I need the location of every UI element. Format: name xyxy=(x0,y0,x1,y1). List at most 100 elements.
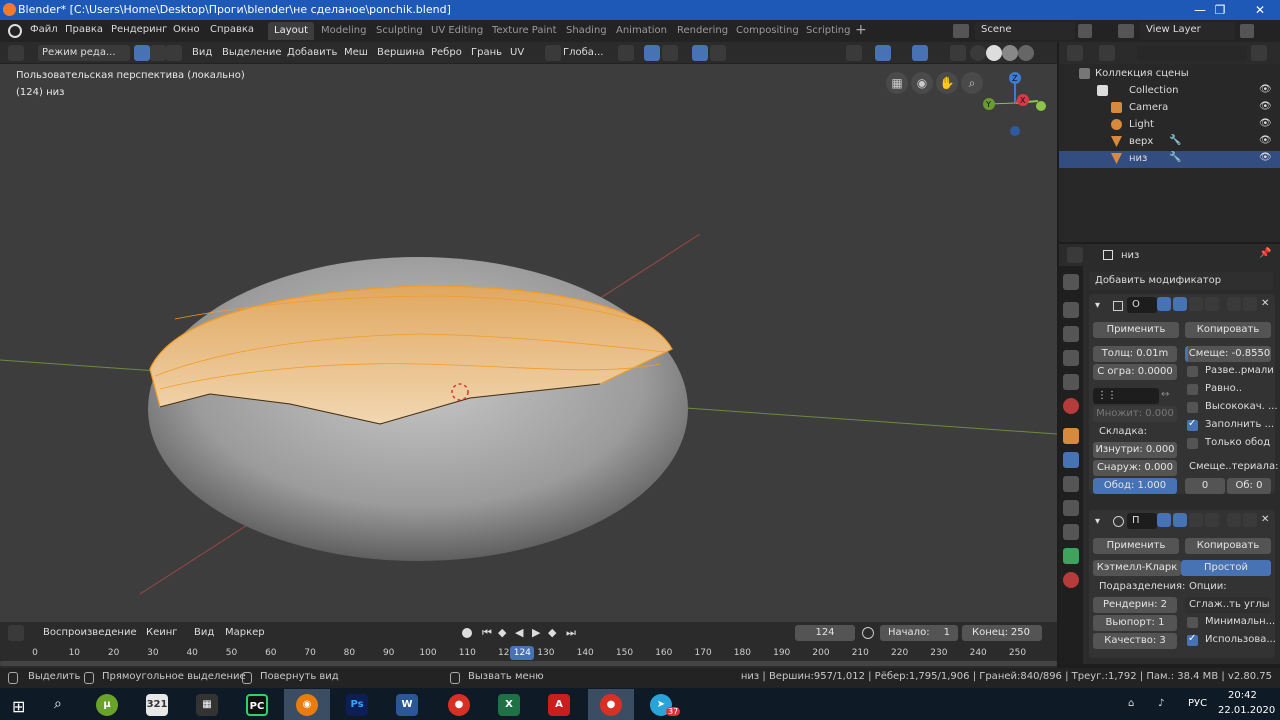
marker-menu[interactable]: Маркер xyxy=(225,625,265,641)
collapse-arrow-icon[interactable]: ▾ xyxy=(1095,516,1100,527)
overlay-toggle-icon[interactable] xyxy=(912,45,928,61)
playhead[interactable]: 124 xyxy=(510,646,535,660)
menu-render[interactable]: Рендеринг xyxy=(111,24,167,35)
taskbar-chrome[interactable]: ● xyxy=(436,689,482,720)
properties-editor-icon[interactable] xyxy=(1067,247,1083,263)
blender-menu-icon[interactable] xyxy=(8,24,22,38)
mode-select[interactable]: Режим реда... xyxy=(38,45,130,61)
xray-icon[interactable] xyxy=(950,45,966,61)
timeline-ruler[interactable]: 0 10 20 30 40 50 60 70 80 90 100 110 120 130 140 150 160… xyxy=(0,644,1057,670)
playback-menu[interactable]: Воспроизведение xyxy=(43,625,137,641)
jump-end-icon[interactable]: ⏭ xyxy=(566,625,576,641)
visibility-icon[interactable] xyxy=(846,45,862,61)
output-tab-icon[interactable] xyxy=(1063,326,1079,342)
scene-tab-icon[interactable] xyxy=(1063,374,1079,390)
display-mode-icon[interactable] xyxy=(1099,45,1115,61)
transform-orientation-icon[interactable] xyxy=(545,45,561,61)
outliner-row-collection[interactable]: Collection 👁 xyxy=(1059,83,1280,100)
timeline-scrollbar[interactable] xyxy=(0,661,1057,666)
taskbar-utorrent[interactable]: µ xyxy=(84,689,130,720)
solidify-apply-button[interactable]: Применить xyxy=(1093,322,1179,338)
flip-normals-checkbox[interactable] xyxy=(1187,366,1198,377)
catmull-clark-button[interactable]: Кэтмелл-Кларк xyxy=(1093,560,1181,576)
cage-toggle-icon[interactable] xyxy=(1205,297,1219,311)
taskbar-calendar[interactable]: 321 xyxy=(134,689,180,720)
menu-select[interactable]: Выделение xyxy=(222,45,282,61)
outliner-search-input[interactable] xyxy=(1137,45,1247,61)
taskbar-pycharm[interactable]: PC xyxy=(234,689,280,720)
tab-scripting[interactable]: Scripting xyxy=(800,22,856,40)
only-rim-checkbox[interactable] xyxy=(1187,438,1198,449)
high-quality-checkbox[interactable] xyxy=(1187,402,1198,413)
clamp-field[interactable]: С огра: 0.0000 xyxy=(1093,364,1177,380)
eye-icon[interactable]: 👁 xyxy=(1259,101,1272,112)
tab-rendering[interactable]: Rendering xyxy=(671,22,734,40)
tool-tab-icon[interactable] xyxy=(1063,274,1079,290)
solidify-copy-button[interactable]: Копировать xyxy=(1185,322,1271,338)
subsurf-copy-button[interactable]: Копировать xyxy=(1185,538,1271,554)
taskbar-blender[interactable]: ◉ xyxy=(284,689,330,720)
object-tab-icon[interactable] xyxy=(1063,428,1079,444)
subsurf-name-field[interactable]: П xyxy=(1127,513,1157,529)
outliner-row-niz[interactable]: низ 🔧 👁 xyxy=(1059,151,1280,168)
eye-icon[interactable]: 👁 xyxy=(1259,135,1272,146)
play-icon[interactable]: ▶ xyxy=(532,625,540,641)
simple-button[interactable]: Простой xyxy=(1181,560,1271,576)
world-tab-icon[interactable] xyxy=(1063,398,1079,414)
tab-texture-paint[interactable]: Texture Paint xyxy=(486,22,563,40)
rim-material-offset-field[interactable]: Об: 0 xyxy=(1227,478,1271,494)
filter-icon[interactable] xyxy=(1251,45,1267,61)
view-layer-tab-icon[interactable] xyxy=(1063,350,1079,366)
outliner-editor-icon[interactable] xyxy=(1067,45,1083,61)
face-select-icon[interactable] xyxy=(166,45,182,61)
tab-sculpting[interactable]: Sculpting xyxy=(370,22,429,40)
tab-shading[interactable]: Shading xyxy=(560,22,613,40)
rendered-shading-icon[interactable] xyxy=(1018,45,1034,61)
taskbar-video[interactable]: ▦ xyxy=(184,689,230,720)
viewport-toggle-icon[interactable] xyxy=(1173,513,1187,527)
end-frame-field[interactable]: Конец: 250 xyxy=(962,625,1042,641)
volume-icon[interactable]: ♪ xyxy=(1158,698,1164,709)
prev-keyframe-icon[interactable]: ◆ xyxy=(498,625,506,641)
3d-viewport[interactable]: Пользовательская перспектива (локально) … xyxy=(0,64,1057,622)
taskbar-acrobat[interactable]: A xyxy=(536,689,582,720)
remove-modifier-icon[interactable]: ✕ xyxy=(1261,298,1269,309)
pivot-icon[interactable] xyxy=(618,45,634,61)
factor-field[interactable]: Множит: 0.000 xyxy=(1093,406,1177,422)
optimal-display-checkbox[interactable] xyxy=(1187,617,1198,628)
fill-rim-checkbox[interactable] xyxy=(1187,418,1198,431)
jump-start-icon[interactable]: ⏮ xyxy=(482,625,492,641)
menu-edge[interactable]: Ребро xyxy=(431,45,462,61)
clock-time[interactable]: 20:42 xyxy=(1228,690,1257,701)
menu-vertex[interactable]: Вершина xyxy=(377,45,425,61)
tab-modeling[interactable]: Modeling xyxy=(315,22,373,40)
render-toggle-icon[interactable] xyxy=(1157,297,1171,311)
quality-field[interactable]: Качество: 3 xyxy=(1093,633,1177,649)
physics-tab-icon[interactable] xyxy=(1063,500,1079,516)
add-workspace-button[interactable]: + xyxy=(855,22,867,38)
pan-hand-icon[interactable]: ✋ xyxy=(936,72,958,94)
snap-target-icon[interactable] xyxy=(662,45,678,61)
start-frame-field[interactable]: Начало: 1 xyxy=(880,625,958,641)
menu-help[interactable]: Справка xyxy=(210,24,254,35)
remove-modifier-icon[interactable]: ✕ xyxy=(1261,514,1269,525)
collapse-arrow-icon[interactable]: ▾ xyxy=(1095,300,1100,311)
editor-type-icon[interactable] xyxy=(8,45,24,61)
render-toggle-icon[interactable] xyxy=(1157,513,1171,527)
wrench-icon[interactable]: 🔧 xyxy=(1169,152,1181,163)
scene-field[interactable]: Scene xyxy=(975,22,1075,40)
navigation-gizmo[interactable]: Z Y X xyxy=(978,68,1057,148)
solid-shading-icon[interactable] xyxy=(986,45,1002,61)
move-down-icon[interactable] xyxy=(1243,297,1257,311)
play-reverse-icon[interactable]: ◀ xyxy=(515,625,523,641)
solidify-name-field[interactable]: О xyxy=(1127,297,1157,313)
add-modifier-select[interactable]: Добавить модификатор xyxy=(1089,272,1273,290)
taskbar-word[interactable]: W xyxy=(384,689,430,720)
menu-add[interactable]: Добавить xyxy=(287,45,337,61)
scene-icon[interactable] xyxy=(953,24,969,38)
toggle-ortho-icon[interactable]: ▦ xyxy=(886,72,908,94)
menu-uv[interactable]: UV xyxy=(510,45,524,61)
menu-window[interactable]: Окно xyxy=(173,24,200,35)
clock-date[interactable]: 22.01.2020 xyxy=(1218,705,1275,716)
taskbar-excel[interactable]: X xyxy=(486,689,532,720)
